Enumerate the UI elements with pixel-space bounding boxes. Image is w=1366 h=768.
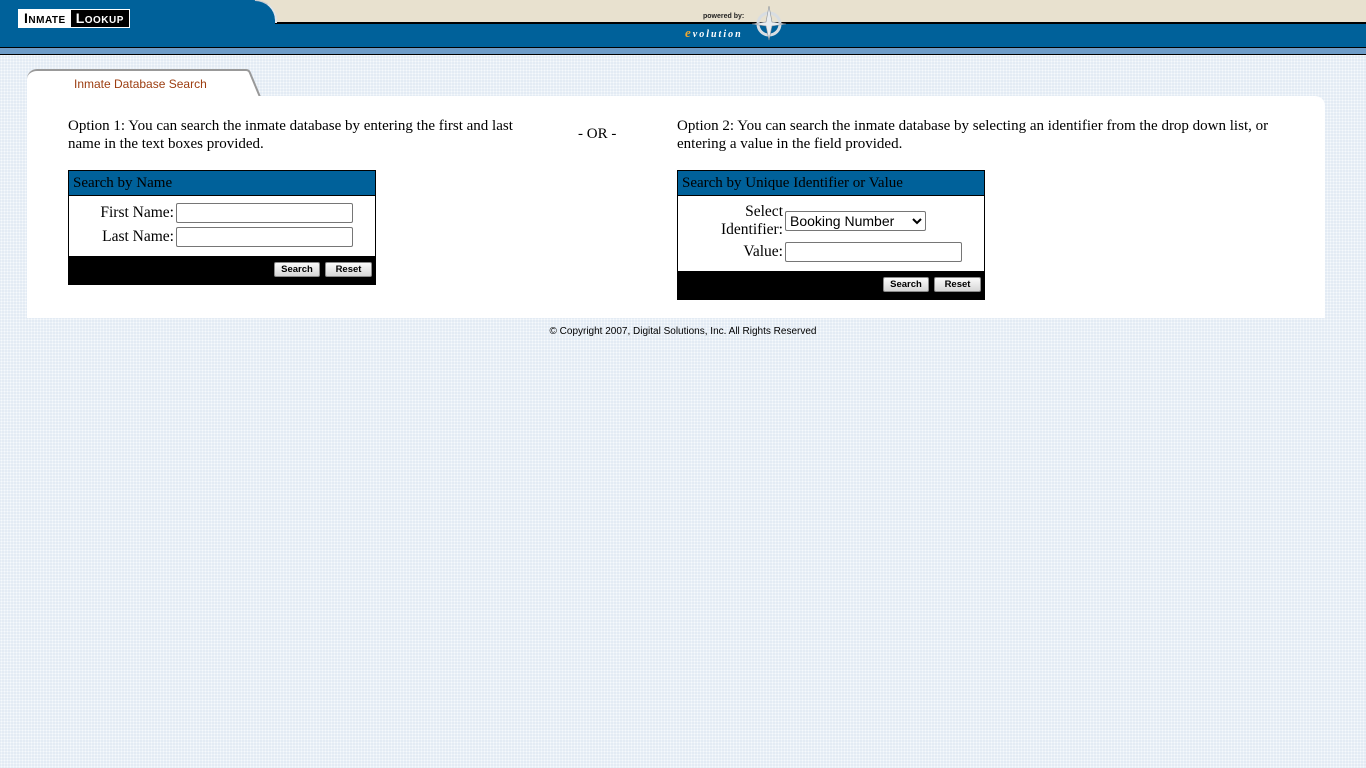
or-separator: - OR -: [578, 126, 617, 142]
last-name-input[interactable]: [176, 227, 353, 247]
select-identifier-label-line1: Select: [745, 203, 783, 220]
header-light-band: [0, 48, 1366, 55]
first-name-label: First Name:: [100, 204, 174, 221]
compass-star-icon: [751, 5, 787, 41]
search-by-identifier-form: Search by Unique Identifier or Value Sel…: [677, 170, 985, 300]
search-by-identifier-title: Search by Unique Identifier or Value: [678, 171, 984, 196]
last-name-label: Last Name:: [102, 228, 174, 245]
name-reset-button[interactable]: Reset: [325, 262, 372, 277]
identifier-search-button[interactable]: Search: [883, 277, 929, 292]
name-search-button[interactable]: Search: [274, 262, 320, 277]
search-by-name-title: Search by Name: [69, 171, 375, 196]
tab-edge: [236, 69, 261, 97]
tab-label[interactable]: Inmate Database Search: [74, 77, 207, 91]
brand-e: e: [685, 25, 693, 40]
header-blue-band: [0, 22, 1366, 48]
header-banner: Inmate Lookup powered by: evolution: [0, 0, 1366, 56]
first-name-input[interactable]: [176, 203, 353, 223]
search-by-name-footer: Search Reset: [69, 256, 375, 284]
select-identifier-label-line2: Identifier:: [721, 221, 783, 238]
value-input[interactable]: [785, 242, 962, 262]
evolution-brand: evolution: [685, 25, 743, 41]
option2-description: Option 2: You can search the inmate data…: [677, 118, 1269, 152]
identifier-reset-button[interactable]: Reset: [934, 277, 981, 292]
select-identifier-label: Select Identifier:: [678, 203, 783, 239]
app-logo: Inmate Lookup: [18, 9, 130, 28]
search-by-identifier-footer: Search Reset: [678, 271, 984, 299]
logo-inmate: Inmate: [19, 10, 71, 27]
powered-by-label: powered by:: [703, 13, 745, 20]
copyright-text: © Copyright 2007, Digital Solutions, Inc…: [549, 326, 817, 337]
brand-rest: volution: [692, 29, 743, 40]
logo-lookup: Lookup: [70, 10, 129, 27]
search-by-name-form: Search by Name First Name: Last Name: Se…: [68, 170, 376, 285]
option1-description: Option 1: You can search the inmate data…: [68, 118, 513, 152]
identifier-select[interactable]: Booking Number: [785, 211, 926, 231]
value-label: Value:: [743, 243, 783, 260]
